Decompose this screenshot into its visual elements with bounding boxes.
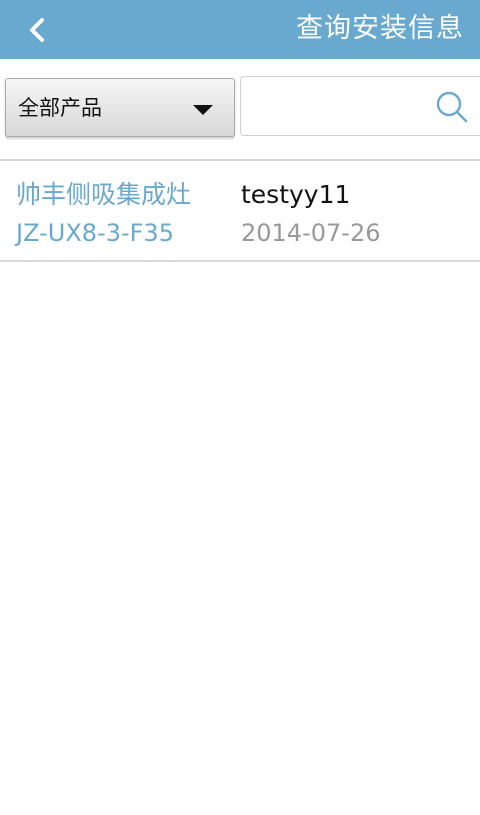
install-record-list: 帅丰侧吸集成灶 JZ-UX8-3-F35 testyy11 2014-07-26 [0,161,480,262]
product-filter-dropdown[interactable]: 全部产品 [5,78,235,137]
product-model: JZ-UX8-3-F35 [16,219,174,247]
search-box[interactable] [240,76,480,136]
page-title: 查询安装信息 [296,13,464,44]
search-icon[interactable] [435,90,469,124]
search-input[interactable] [247,83,427,129]
chevron-left-icon [30,18,44,42]
top-bar: 查询安装信息 [0,0,480,59]
list-item[interactable]: 帅丰侧吸集成灶 JZ-UX8-3-F35 testyy11 2014-07-26 [0,161,480,262]
filter-bar: 全部产品 [0,59,480,159]
installer-name: testyy11 [241,180,351,209]
product-filter-selected: 全部产品 [18,96,102,120]
install-date: 2014-07-26 [241,219,381,247]
caret-down-icon [193,105,213,115]
product-name: 帅丰侧吸集成灶 [16,180,192,209]
back-button[interactable] [18,12,58,48]
